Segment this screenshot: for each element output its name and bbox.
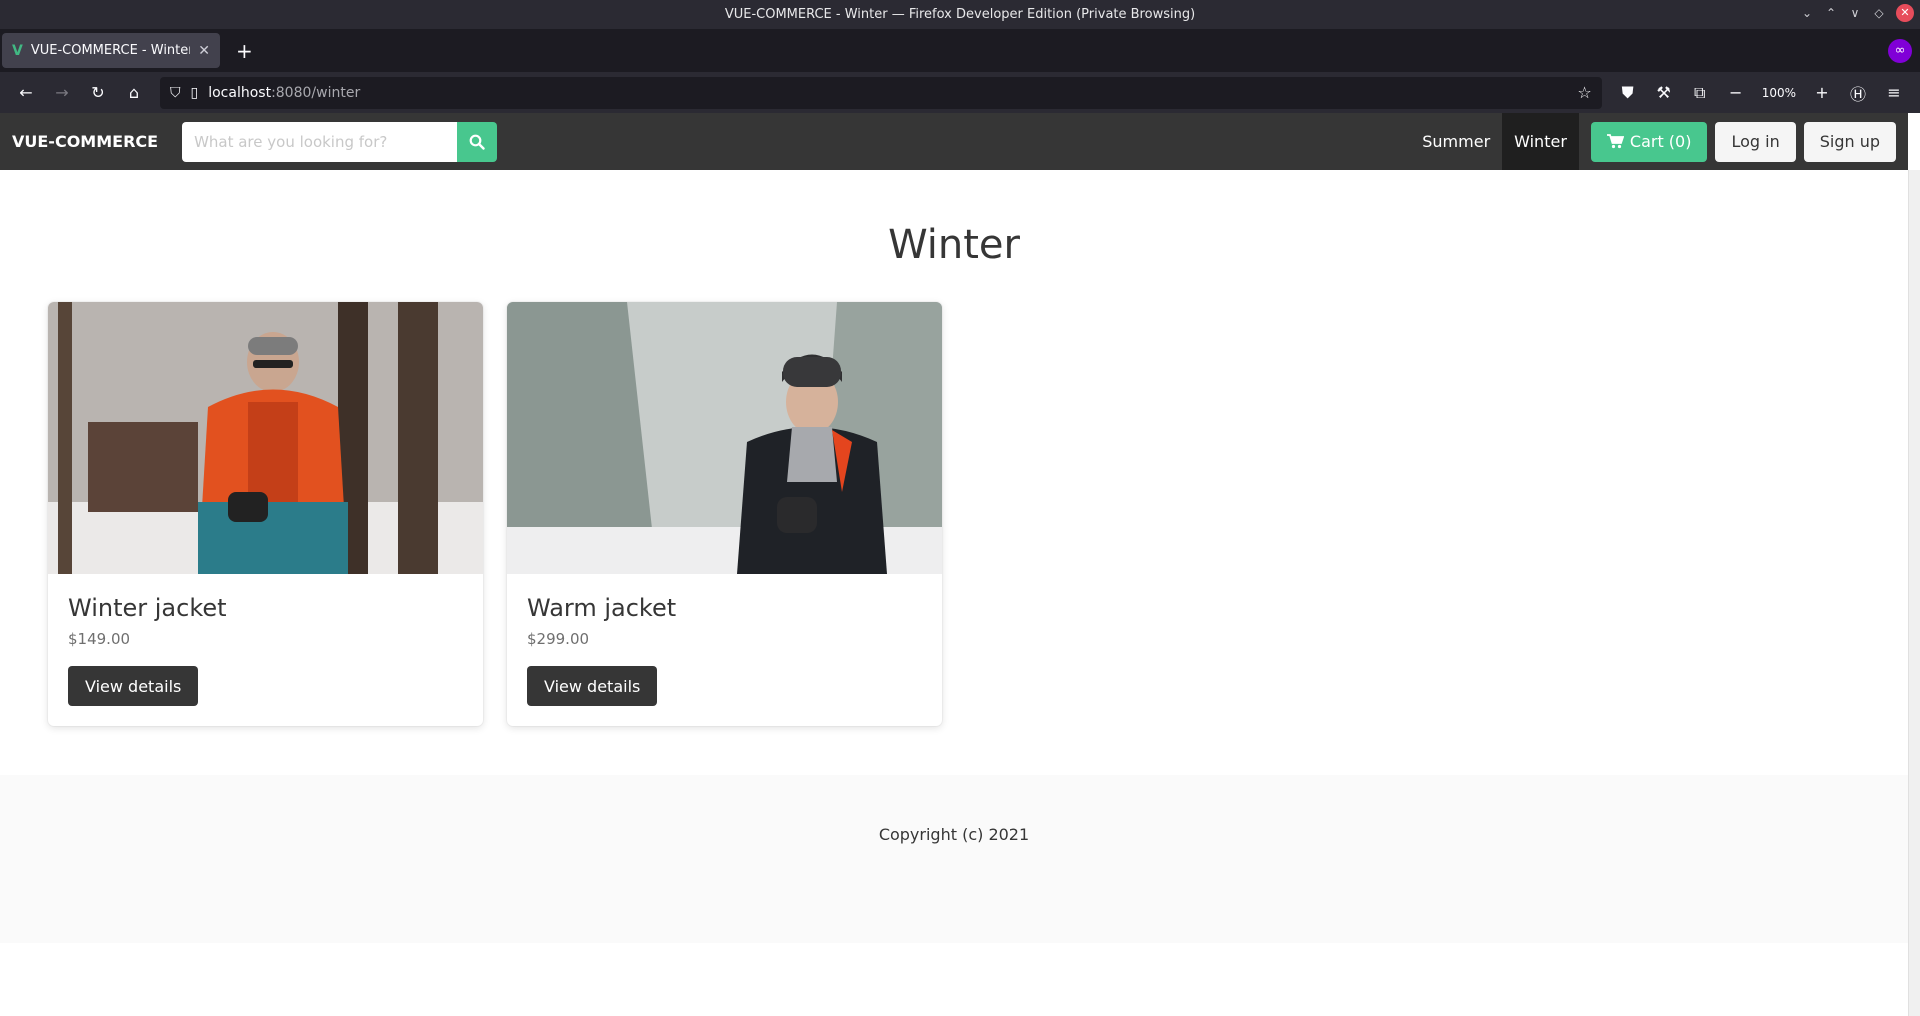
search-button[interactable]: [457, 121, 498, 162]
zoom-out-icon[interactable]: −: [1720, 77, 1752, 109]
tracking-shield-icon[interactable]: ⛉: [170, 85, 181, 101]
minimize-all-icon[interactable]: ⌄: [1800, 6, 1814, 20]
private-browsing-icon: ∞: [1888, 39, 1912, 63]
browser-tab-active[interactable]: V VUE-COMMERCE - Winter ✕: [2, 33, 220, 68]
site-footer: Copyright (c) 2021: [0, 775, 1908, 943]
back-icon[interactable]: ←: [10, 77, 42, 109]
product-price: $149.00: [68, 630, 131, 648]
product-image-winter-jacket[interactable]: [48, 302, 483, 574]
zoom-in-icon[interactable]: +: [1806, 77, 1838, 109]
close-window-icon[interactable]: ✕: [1896, 4, 1914, 22]
cart-label: Cart (0): [1629, 132, 1692, 151]
view-details-button[interactable]: View details: [527, 666, 658, 706]
product-image-warm-jacket[interactable]: [507, 302, 942, 574]
product-name: Winter jacket: [68, 594, 227, 622]
product-price: $299.00: [527, 630, 590, 648]
tab-title: VUE-COMMERCE - Winter: [30, 43, 191, 58]
login-button[interactable]: Log in: [1715, 121, 1796, 162]
product-card: Winter jacket $149.00 View details: [48, 302, 483, 726]
window-titlebar: VUE-COMMERCE - Winter — Firefox Develope…: [0, 0, 1920, 29]
page-info-icon[interactable]: ▯: [191, 85, 199, 101]
restore-icon[interactable]: ◇: [1872, 6, 1886, 20]
page-scrollbar[interactable]: [1908, 170, 1920, 1016]
product-card: Warm jacket $299.00 View details: [507, 302, 942, 726]
reload-icon[interactable]: ↻: [82, 77, 114, 109]
new-tab-icon[interactable]: +: [236, 39, 253, 63]
home-icon[interactable]: ⌂: [118, 77, 150, 109]
pocket-icon[interactable]: ⛊: [1612, 77, 1644, 109]
bookmark-star-icon[interactable]: ☆: [1577, 83, 1591, 102]
vue-favicon-icon: V: [12, 42, 23, 59]
page-title: Winter: [888, 222, 1020, 268]
window-title: VUE-COMMERCE - Winter — Firefox Develope…: [724, 7, 1196, 22]
search-icon: [469, 134, 485, 150]
browser-toolbar: ← → ↻ ⌂ ⛉ ▯ localhost:8080/winter ☆ ⛊ ⚒ …: [0, 72, 1920, 113]
nav-link-summer[interactable]: Summer: [1410, 113, 1502, 170]
search-form: [182, 121, 498, 162]
navbar-end: Summer Winter Cart (0) Log in Sign up: [1410, 113, 1908, 170]
hamburger-menu-icon[interactable]: ≡: [1878, 77, 1910, 109]
site-navbar: VUE-COMMERCE Summer Winter Cart (0) Log …: [0, 113, 1908, 170]
browser-tabbar: V VUE-COMMERCE - Winter ✕ + ∞: [0, 29, 1920, 72]
tab-close-icon[interactable]: ✕: [198, 43, 210, 59]
forward-icon[interactable]: →: [46, 77, 78, 109]
window-controls: ⌄ ⌃ ∨ ◇ ✕: [1800, 4, 1914, 22]
product-name: Warm jacket: [527, 594, 677, 622]
url-host: localhost: [208, 84, 272, 101]
url-bar[interactable]: ⛉ ▯ localhost:8080/winter ☆: [160, 76, 1602, 109]
shopping-cart-icon: [1606, 134, 1624, 149]
nav-link-winter[interactable]: Winter: [1502, 113, 1579, 170]
minimize-icon[interactable]: ∨: [1848, 6, 1862, 20]
copyright-text: Copyright (c) 2021: [878, 825, 1030, 844]
view-details-button[interactable]: View details: [68, 666, 199, 706]
product-list: Winter jacket $149.00 View details Warm …: [48, 302, 942, 726]
brand-logo[interactable]: VUE-COMMERCE: [0, 132, 170, 151]
cart-button[interactable]: Cart (0): [1590, 121, 1708, 162]
zoom-level[interactable]: 100%: [1756, 86, 1802, 100]
navbar-buttons: Cart (0) Log in Sign up: [1579, 113, 1908, 170]
extension-h-icon[interactable]: Ⓗ: [1842, 77, 1874, 109]
signup-button[interactable]: Sign up: [1803, 121, 1896, 162]
devtools-wrench-icon[interactable]: ⚒: [1648, 77, 1680, 109]
screenshot-icon[interactable]: ⧉: [1684, 77, 1716, 109]
maximize-icon[interactable]: ⌃: [1824, 6, 1838, 20]
search-input[interactable]: [182, 121, 458, 162]
url-path: :8080/winter: [271, 84, 361, 101]
